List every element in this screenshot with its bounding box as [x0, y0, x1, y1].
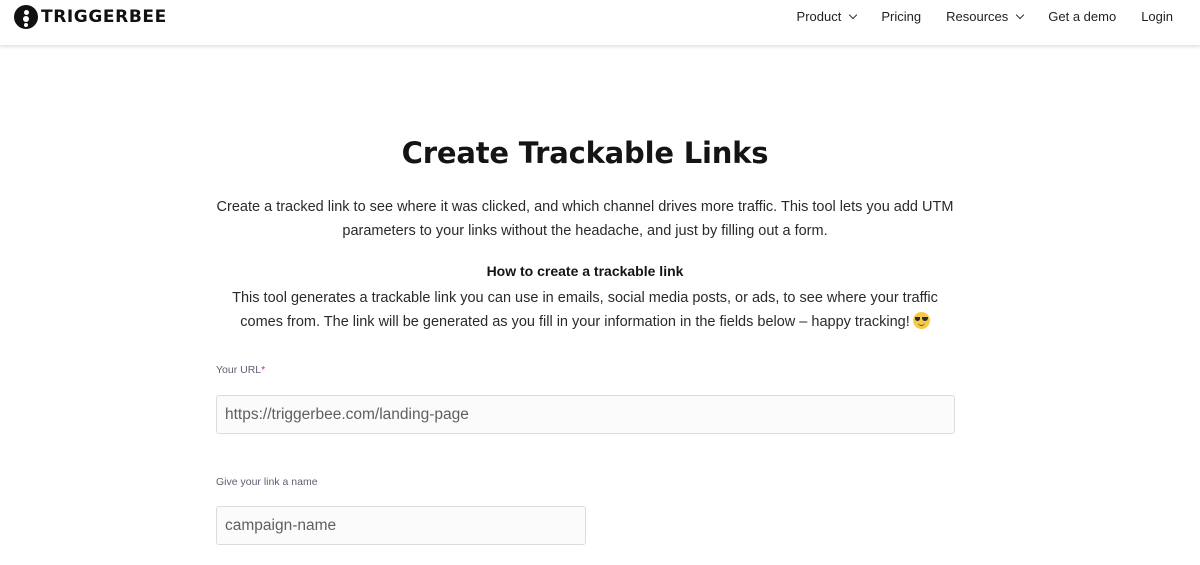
chevron-down-icon: [1016, 10, 1025, 19]
url-field-label: Your URL*: [216, 364, 265, 376]
nav-get-a-demo[interactable]: Get a demo: [1048, 9, 1116, 24]
url-input[interactable]: [216, 395, 955, 434]
url-label-text: Your URL: [216, 364, 262, 376]
chevron-down-icon: [849, 10, 858, 19]
nav-product[interactable]: Product: [796, 9, 858, 24]
site-header: TRIGGERBEE Product Pricing Resources Get…: [0, 0, 1200, 46]
howto-paragraph: This tool generates a trackable link you…: [215, 286, 955, 334]
required-mark: *: [261, 364, 266, 376]
howto-text: This tool generates a trackable link you…: [232, 290, 938, 330]
link-name-input[interactable]: [216, 506, 586, 545]
main-nav: Product Pricing Resources Get a demo Log…: [797, 9, 1173, 24]
nav-product-label: Product: [796, 9, 842, 24]
howto-title: How to create a trackable link: [486, 263, 684, 279]
link-name-field-label: Give your link a name: [216, 476, 318, 488]
triggerbee-logo-icon: [14, 5, 38, 29]
nav-pricing[interactable]: Pricing: [881, 9, 921, 24]
nav-resources[interactable]: Resources: [946, 9, 1025, 24]
intro-text: Create a tracked link to see where it wa…: [216, 199, 954, 239]
nav-login[interactable]: Login: [1141, 9, 1173, 24]
brand-name: TRIGGERBEE: [41, 7, 167, 27]
nav-resources-label: Resources: [946, 9, 1009, 24]
brand-logo[interactable]: TRIGGERBEE: [14, 5, 167, 29]
page-title: Create Trackable Links: [401, 136, 769, 170]
smiling-face-with-sunglasses-icon: [912, 312, 930, 329]
